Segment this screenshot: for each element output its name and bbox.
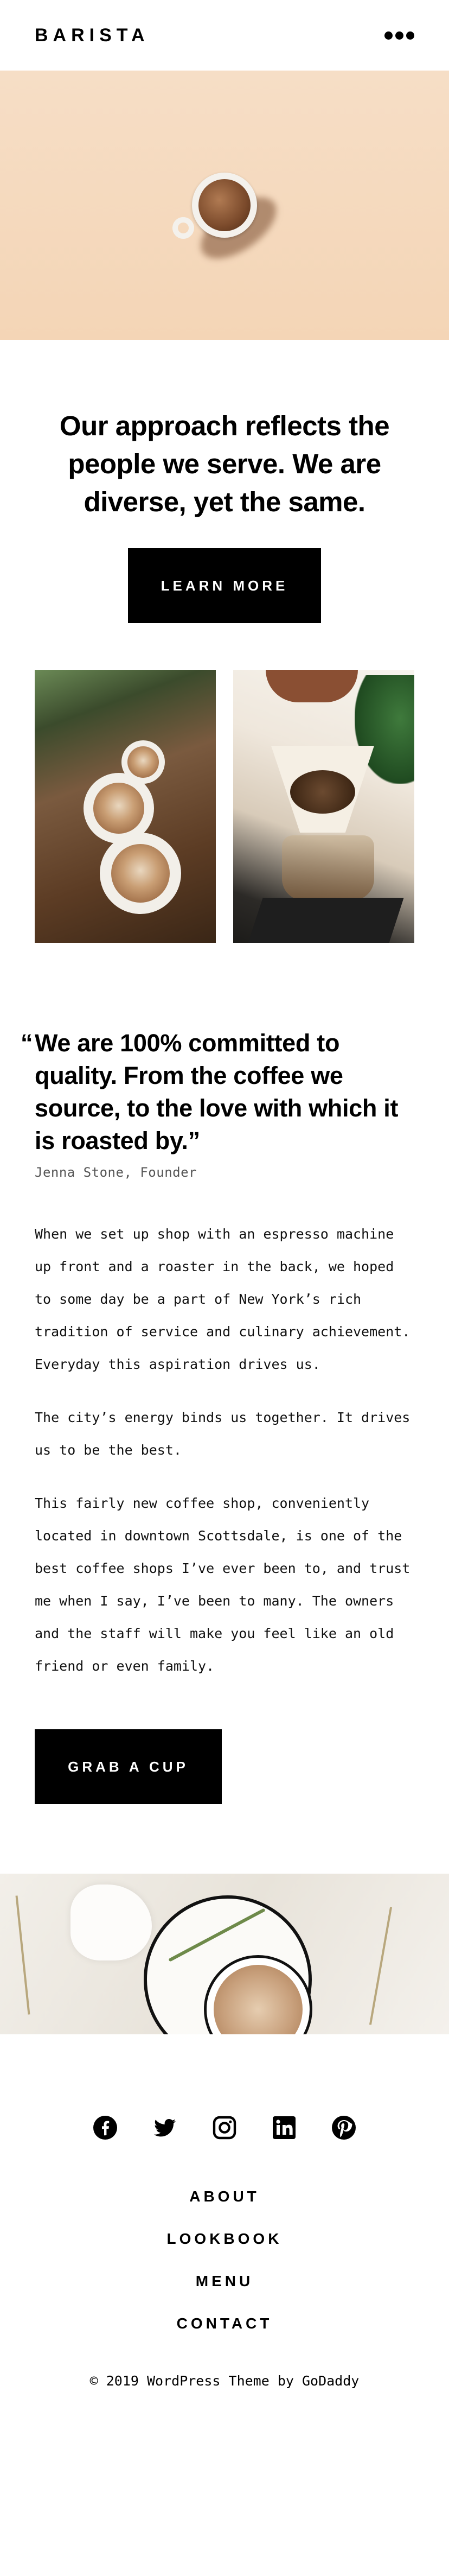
intro-heading: Our approach reflects the people we serv… — [59, 410, 390, 517]
quote-open-mark: “ — [21, 1029, 33, 1057]
social-links — [0, 2115, 449, 2141]
site-header: BARISTA — [0, 0, 449, 71]
linkedin-icon[interactable] — [271, 2115, 297, 2141]
learn-more-button[interactable]: LEARN MORE — [128, 548, 321, 623]
footer-link-menu[interactable]: MENU — [0, 2260, 449, 2302]
about-text: When we set up shop with an espresso mac… — [0, 1180, 449, 1683]
quote-author: Jenna Stone, Founder — [35, 1165, 197, 1180]
founder-quote: “ We are 100% committed to quality. From… — [21, 1027, 414, 1157]
paragraph: This fairly new coffee shop, convenientl… — [35, 1495, 410, 1674]
site-logo[interactable]: BARISTA — [35, 25, 150, 46]
paragraph: When we set up shop with an espresso mac… — [35, 1226, 410, 1372]
quote-text: We are 100% committed to quality. From t… — [35, 1029, 399, 1154]
dried-flower — [15, 1895, 30, 2015]
quote-section: “ We are 100% committed to quality. From… — [0, 943, 449, 1180]
pinterest-icon[interactable] — [331, 2115, 357, 2141]
footer-nav: ABOUT LOOKBOOK MENU CONTACT — [0, 2175, 449, 2345]
copyright: © 2019 WordPress Theme by GoDaddy — [89, 2373, 360, 2389]
dot — [395, 31, 403, 40]
latte-art-photo — [35, 670, 216, 943]
latte-cup — [100, 833, 181, 914]
dried-flower — [369, 1907, 393, 2025]
footer-link-lookbook[interactable]: LOOKBOOK — [0, 2218, 449, 2260]
coffee-cup — [192, 173, 257, 238]
photo-gallery — [0, 670, 449, 943]
dot — [384, 31, 393, 40]
cup-handle — [168, 213, 198, 243]
carafe — [282, 835, 374, 900]
dot — [406, 31, 414, 40]
footer-link-about[interactable]: ABOUT — [0, 2175, 449, 2218]
intro-section: Our approach reflects the people we serv… — [0, 340, 449, 670]
scale — [247, 898, 404, 943]
grab-a-cup-button[interactable]: GRAB A CUP — [35, 1729, 222, 1804]
cloth — [70, 1885, 152, 1960]
kettle — [266, 670, 358, 702]
twitter-icon[interactable] — [152, 2115, 178, 2141]
instagram-icon[interactable] — [211, 2115, 238, 2141]
latte-cup — [121, 740, 165, 784]
more-dots-icon[interactable] — [384, 27, 414, 44]
pour-over-photo — [233, 670, 414, 943]
footer-link-contact[interactable]: CONTACT — [0, 2302, 449, 2345]
latte-table-photo — [0, 1874, 449, 2034]
coffee-grounds — [290, 770, 355, 814]
facebook-icon[interactable] — [92, 2115, 118, 2141]
paragraph: The city’s energy binds us together. It … — [35, 1410, 410, 1458]
hero-image — [0, 71, 449, 340]
